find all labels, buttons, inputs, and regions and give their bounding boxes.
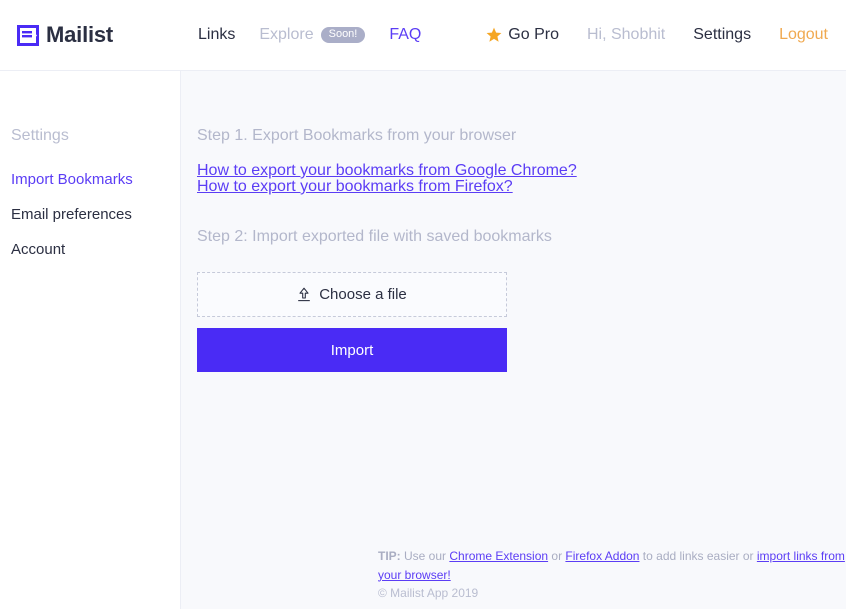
copyright: © Mailist App 2019 (378, 584, 846, 603)
footer-tip-text-3: to add links easier or (639, 549, 756, 563)
header-nav-right: Go Pro Hi, Shobhit Settings Logout (486, 26, 828, 44)
nav-item-go-pro[interactable]: Go Pro (486, 26, 559, 44)
user-greeting: Hi, Shobhit (587, 26, 665, 44)
step-2-title: Step 2: Import exported file with saved … (197, 228, 846, 246)
brand-logo[interactable]: Mailist (17, 22, 177, 48)
howto-chrome-row: How to export your bookmarks from Google… (197, 163, 846, 179)
step-1-title: Step 1. Export Bookmarks from your brows… (197, 127, 846, 145)
sidebar-heading: Settings (11, 127, 180, 145)
page-root: Mailist Links Explore Soon! FAQ (0, 0, 846, 609)
sidebar-item-email-preferences[interactable]: Email preferences (11, 206, 180, 223)
header-nav: Links Explore Soon! FAQ Go Pro Hi, S (177, 26, 846, 44)
top-header: Mailist Links Explore Soon! FAQ (0, 0, 846, 71)
brand-name: Mailist (46, 22, 113, 48)
header-nav-left: Links Explore Soon! FAQ (198, 26, 421, 44)
nav-item-explore[interactable]: Explore Soon! (259, 26, 365, 44)
footer: TIP: Use our Chrome Extension or Firefox… (378, 547, 846, 603)
chrome-extension-link[interactable]: Chrome Extension (449, 549, 548, 563)
settings-sidebar: Settings Import Bookmarks Email preferen… (0, 71, 181, 609)
soon-badge: Soon! (321, 27, 366, 43)
import-button[interactable]: Import (197, 328, 507, 372)
body-wrap: Settings Import Bookmarks Email preferen… (0, 71, 846, 609)
sidebar-item-account[interactable]: Account (11, 241, 180, 258)
firefox-addon-link[interactable]: Firefox Addon (565, 549, 639, 563)
footer-tip-text-1: Use our (401, 549, 450, 563)
nav-item-logout[interactable]: Logout (779, 26, 828, 44)
nav-item-go-pro-label: Go Pro (508, 26, 559, 44)
nav-item-explore-label: Explore (259, 26, 313, 44)
footer-tip-prefix: TIP: (378, 549, 401, 563)
upload-icon (297, 287, 311, 302)
star-icon (486, 27, 502, 43)
choose-file-label: Choose a file (319, 286, 407, 303)
sidebar-item-import-bookmarks[interactable]: Import Bookmarks (11, 171, 180, 188)
nav-item-settings[interactable]: Settings (693, 26, 751, 44)
mailist-logo-icon (17, 25, 39, 46)
howto-chrome-link[interactable]: How to export your bookmarks from Google… (197, 163, 577, 179)
nav-item-faq[interactable]: FAQ (389, 26, 421, 44)
nav-item-links[interactable]: Links (198, 26, 235, 44)
footer-tip-text-2: or (548, 549, 565, 563)
footer-tip: TIP: Use our Chrome Extension or Firefox… (378, 547, 846, 584)
howto-firefox-row: How to export your bookmarks from Firefo… (197, 179, 846, 195)
howto-firefox-link[interactable]: How to export your bookmarks from Firefo… (197, 179, 513, 195)
main-content: Step 1. Export Bookmarks from your brows… (181, 71, 846, 609)
choose-file-button[interactable]: Choose a file (197, 272, 507, 317)
